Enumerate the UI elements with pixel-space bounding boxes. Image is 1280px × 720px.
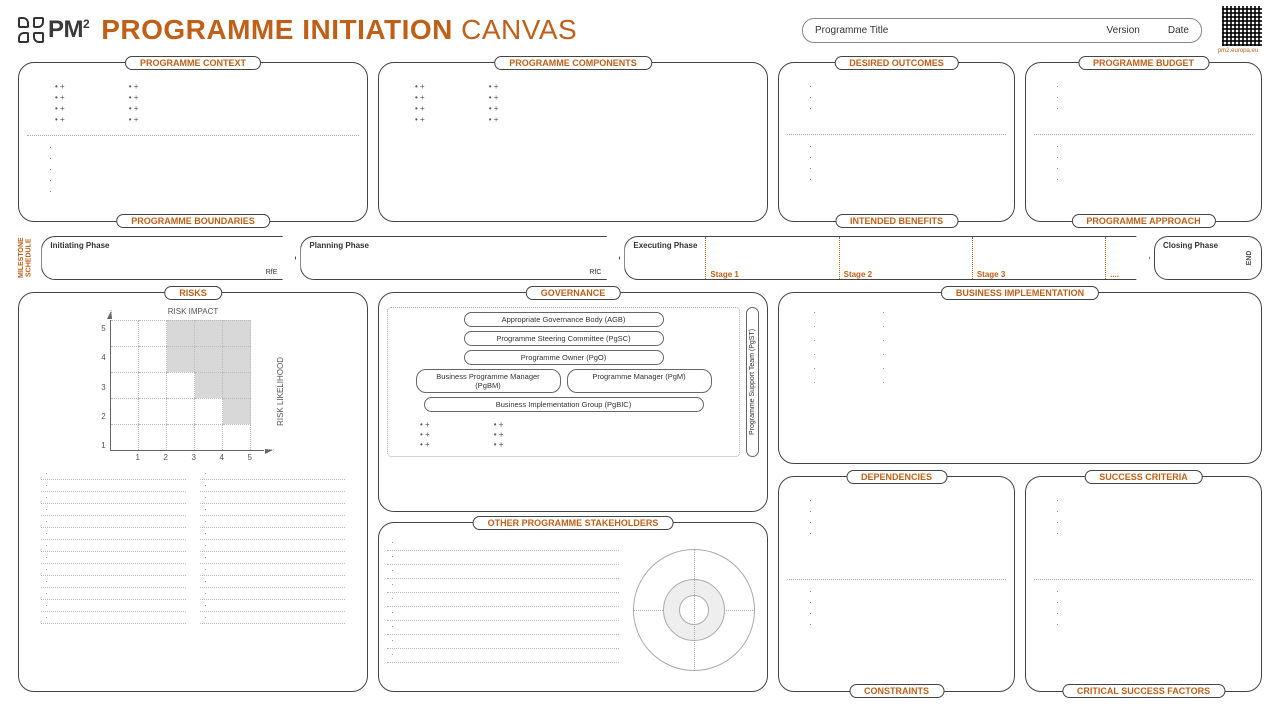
panel-business-implementation: BUSINESS IMPLEMENTATION bbox=[778, 292, 1262, 464]
title-programme-context: PROGRAMME CONTEXT bbox=[125, 56, 261, 70]
title-business-implementation: BUSINESS IMPLEMENTATION bbox=[941, 286, 1099, 300]
title-critical-success-factors: CRITICAL SUCCESS FACTORS bbox=[1062, 684, 1225, 698]
panel-dependencies: DEPENDENCIES CONSTRAINTS bbox=[778, 476, 1015, 692]
phase-planning: Planning Phase RfC bbox=[300, 236, 620, 280]
risk-impact-label: RISK IMPACT bbox=[27, 307, 359, 316]
gov-pgbic: Business Implementation Group (PgBIC) bbox=[424, 397, 704, 412]
gov-agb: Appropriate Governance Body (AGB) bbox=[464, 312, 664, 327]
title-success-criteria: SUCCESS CRITERIA bbox=[1084, 470, 1203, 484]
panel-desired-outcomes: DESIRED OUTCOMES INTENDED BENEFITS bbox=[778, 62, 1015, 222]
panel-success-criteria: SUCCESS CRITERIA CRITICAL SUCCESS FACTOR… bbox=[1025, 476, 1262, 692]
milestone-label: MILESTONE SCHEDULE bbox=[18, 236, 33, 280]
pm2-logo: PM2 bbox=[18, 16, 89, 44]
panel-programme-components: PROGRAMME COMPONENTS bbox=[378, 62, 768, 222]
phase-initiating: Initiating Phase RfE bbox=[41, 236, 296, 280]
title-governance: GOVERNANCE bbox=[526, 286, 621, 300]
title-programme-approach: PROGRAMME APPROACH bbox=[1071, 214, 1215, 228]
panel-programme-budget: PROGRAMME BUDGET PROGRAMME APPROACH bbox=[1025, 62, 1262, 222]
meta-date: Date bbox=[1168, 25, 1189, 36]
title-dependencies: DEPENDENCIES bbox=[846, 470, 947, 484]
risk-likelihood-label: RISK LIKELIHOOD bbox=[276, 357, 285, 426]
title-stakeholders: OTHER PROGRAMME STAKEHOLDERS bbox=[473, 516, 674, 530]
logo-text: PM2 bbox=[48, 16, 89, 44]
meta-version: Version bbox=[1107, 25, 1140, 36]
title-constraints: CONSTRAINTS bbox=[849, 684, 944, 698]
qr-link: pm2.europa.eu bbox=[1214, 48, 1262, 54]
qr-block: pm2.europa.eu bbox=[1214, 6, 1262, 54]
risk-matrix: 12345 12345 bbox=[27, 320, 359, 462]
phase-executing: Executing Phase Stage 1 Stage 2 Stage 3 … bbox=[624, 236, 1150, 280]
panel-risks: RISKS RISK IMPACT 12345 bbox=[18, 292, 368, 692]
title-programme-components: PROGRAMME COMPONENTS bbox=[494, 56, 652, 70]
gov-pgst: Programme Support Team (PgST) bbox=[746, 307, 759, 457]
header: PM2 PROGRAMME INITIATION CANVAS Programm… bbox=[18, 8, 1262, 52]
panel-programme-context: PROGRAMME CONTEXT PROGRAMME BOUNDARIES bbox=[18, 62, 368, 222]
logo-mark-icon bbox=[18, 17, 44, 43]
gov-pgo: Programme Owner (PgO) bbox=[464, 350, 664, 365]
stakeholder-radar-icon bbox=[629, 545, 759, 675]
title-intended-benefits: INTENDED BENEFITS bbox=[835, 214, 958, 228]
milestone-schedule: MILESTONE SCHEDULE Initiating Phase RfE … bbox=[18, 236, 1262, 280]
panel-governance: GOVERNANCE Appropriate Governance Body (… bbox=[378, 292, 768, 512]
panel-stakeholders: OTHER PROGRAMME STAKEHOLDERS bbox=[378, 522, 768, 692]
meta-box[interactable]: Programme Title Version Date bbox=[802, 18, 1202, 43]
phase-closing: Closing Phase END bbox=[1154, 236, 1262, 280]
title-programme-boundaries: PROGRAMME BOUNDARIES bbox=[116, 214, 270, 228]
row-2: RISKS RISK IMPACT 12345 bbox=[18, 292, 1262, 692]
risk-lines bbox=[27, 462, 359, 630]
meta-programme-title: Programme Title bbox=[815, 25, 888, 36]
qr-code-icon bbox=[1222, 6, 1262, 46]
row-1: PROGRAMME CONTEXT PROGRAMME BOUNDARIES P… bbox=[18, 62, 1262, 222]
title-programme-budget: PROGRAMME BUDGET bbox=[1078, 56, 1209, 70]
title-risks: RISKS bbox=[164, 286, 222, 300]
title-desired-outcomes: DESIRED OUTCOMES bbox=[834, 56, 959, 70]
page-title: PROGRAMME INITIATION CANVAS bbox=[101, 14, 577, 46]
gov-pgbm: Business Programme Manager (PgBM) bbox=[416, 369, 561, 393]
gov-pgsc: Programme Steering Committee (PgSC) bbox=[464, 331, 664, 346]
gov-pgm: Programme Manager (PgM) bbox=[567, 369, 712, 393]
